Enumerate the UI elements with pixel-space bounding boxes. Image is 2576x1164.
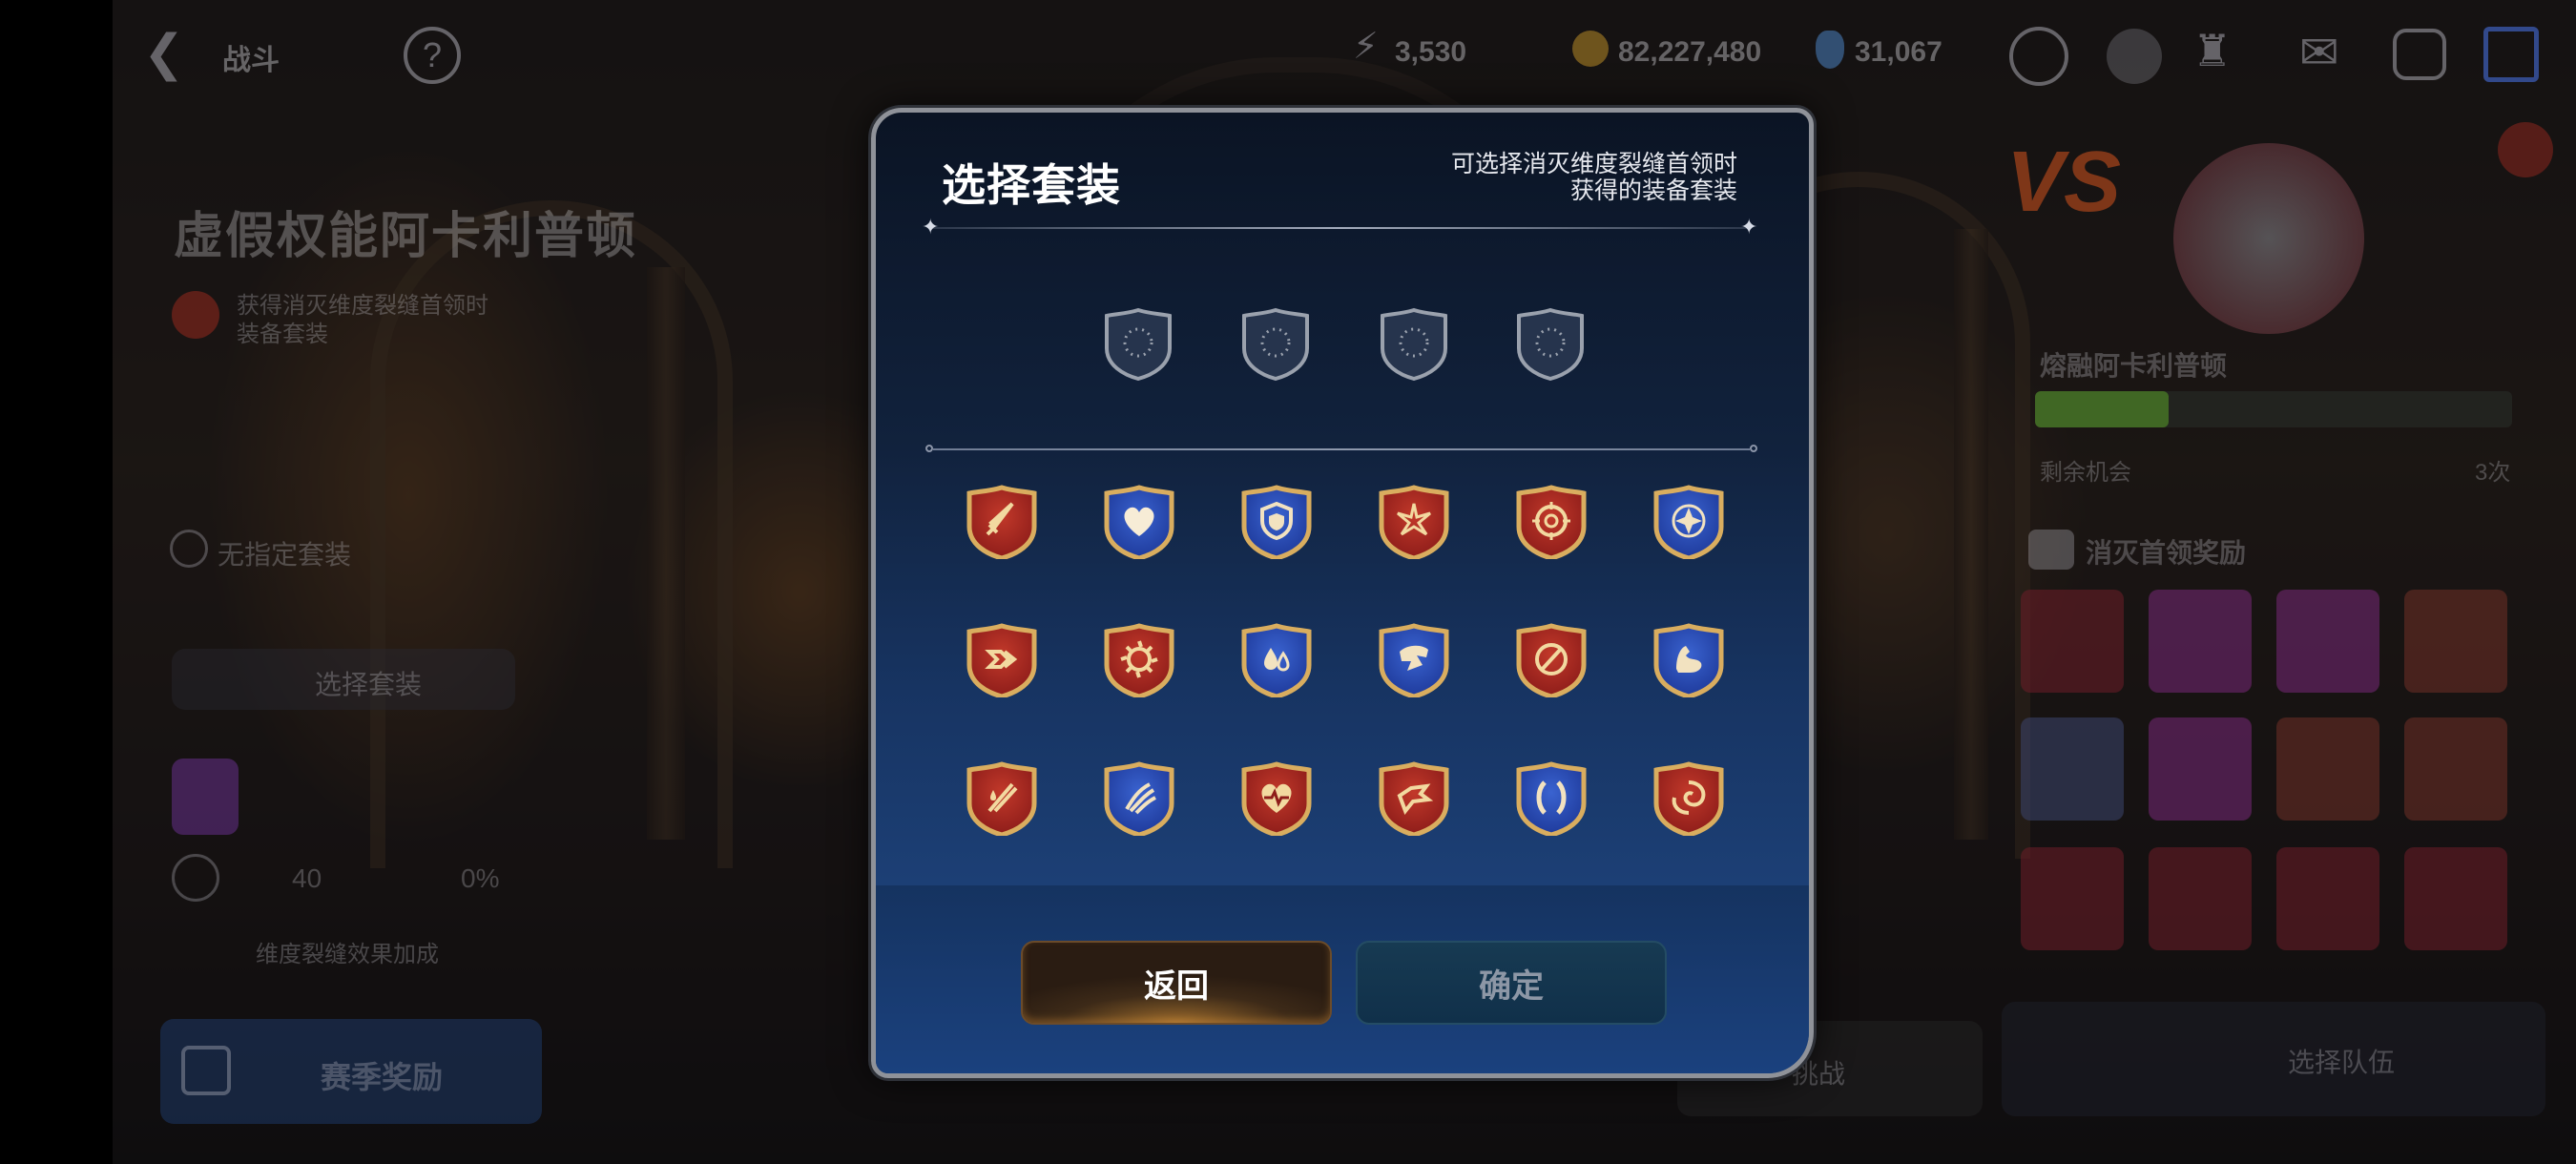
chat-icon[interactable] [2393,29,2446,80]
chance-label: 剩余机会 [2040,460,2131,486]
back-button[interactable]: 返回 [1021,941,1332,1025]
stat-a-value: 40 [292,863,322,893]
barrier-set-icon[interactable] [1516,761,1587,838]
section-divider [933,448,1750,450]
reward-box-icon [181,1046,231,1095]
top-bar: ❮ 战斗 ? ⚡ 3,530 82,227,480 31,067 ♜ ✉ [113,0,2576,105]
chance-value: 3次 [2475,460,2511,486]
stat-b-value: 0% [461,863,500,893]
speed-set-icon[interactable] [966,623,1037,699]
gold-value: 82,227,480 [1618,36,1762,68]
bleed-set-icon[interactable] [966,761,1037,838]
modal-footer [876,885,1809,1073]
reward-slot[interactable] [2021,847,2124,950]
spike-set-icon[interactable] [1379,485,1449,561]
reward-slot[interactable] [2404,717,2507,821]
vs-emblem: VS [2006,135,2122,230]
sun-set-icon[interactable] [1104,623,1174,699]
mail-icon[interactable]: ✉ [2299,29,2339,76]
claw-set-icon[interactable] [1104,761,1174,838]
reward-slot[interactable] [2276,590,2379,693]
modal-subtitle: 可选择消灭维度裂缝首领时 获得的装备套装 [1423,151,1737,204]
boss-title: 虚假权能阿卡利普顿 [174,209,638,264]
reward-slot[interactable] [2149,847,2252,950]
heart-shield-set-icon[interactable] [1104,485,1174,561]
boss-hp-bar [2035,391,2512,427]
rift-bonus-label: 维度裂缝效果加成 [256,942,439,967]
reward-slot[interactable] [2021,717,2124,821]
divider-star-icon: ✦ [1740,215,1758,239]
crystal-icon [1816,31,1844,69]
sword-set-icon[interactable] [966,485,1037,561]
game-screen: ❮ 战斗 ? ⚡ 3,530 82,227,480 31,067 ♜ ✉ 虚假权… [0,0,2576,1164]
drops-set-icon[interactable] [1241,623,1312,699]
help-icon[interactable]: ? [404,27,461,84]
reward-slot[interactable] [2404,590,2507,693]
reward-slot[interactable] [2149,590,2252,693]
stamina-value: 3,530 [1395,36,1467,68]
equipment-icon [172,759,239,835]
muscle-set-icon[interactable] [1653,623,1724,699]
back-label[interactable]: 战斗 [222,36,280,78]
season-reward-button[interactable]: 赛季奖励 [160,1019,542,1124]
beast-set-icon[interactable] [1379,623,1449,699]
stamina-icon: ⚡ [1353,27,1379,67]
back-arrow-icon[interactable]: ❮ [143,29,185,78]
divider-dot [924,443,935,454]
element-badge-icon [2498,122,2553,177]
boss-element-icon [172,291,219,339]
crystal-value: 31,067 [1855,36,1942,68]
reward-slot[interactable] [2276,847,2379,950]
boss-hp-fill [2035,391,2169,427]
right-boss-name: 熔融阿卡利普顿 [2040,351,2228,381]
boss-desc-line2: 装备套装 [237,322,328,347]
life-set-icon[interactable] [1241,761,1312,838]
stat-icon [172,854,219,902]
defense-set-icon[interactable] [1241,485,1312,561]
auto-battle-icon[interactable] [2009,27,2068,86]
star-set-icon[interactable] [1653,485,1724,561]
team-select-button[interactable]: 选择队伍 [2002,1002,2545,1116]
no-set-label: 无指定套装 [218,540,352,570]
select-set-label: 选择套装 [315,670,423,699]
gold-coin-icon [1572,31,1609,67]
empty-set-slot[interactable] [1103,306,1174,382]
boss-portrait [2173,143,2364,334]
modal-subtitle-line1: 可选择消灭维度裂缝首领时 [1450,151,1737,177]
event-icon[interactable] [2107,29,2162,84]
select-set-modal: 选择套装 可选择消灭维度裂缝首领时 获得的装备套装 ✦ ✦ 返回 确定 [871,108,1814,1078]
modal-title: 选择套装 [942,160,1121,210]
target-set-icon[interactable] [1516,485,1587,561]
reward-slot[interactable] [2404,847,2507,950]
reward-slot[interactable] [2021,590,2124,693]
empty-set-slot[interactable] [1379,306,1449,382]
chest-icon [2028,530,2074,570]
team-select-label: 选择队伍 [2288,1048,2396,1077]
title-divider [931,227,1752,229]
guild-icon[interactable]: ♜ [2192,29,2232,73]
empty-set-slot[interactable] [1240,306,1311,382]
screen-bezel [0,0,113,1164]
season-reward-label: 赛季奖励 [321,1060,444,1094]
vortex-set-icon[interactable] [1653,761,1724,838]
reward-slot[interactable] [2149,717,2252,821]
select-set-panel[interactable]: 选择套装 [172,649,515,710]
divider-star-icon: ✦ [922,215,940,239]
counter-set-icon[interactable] [1379,761,1449,838]
menu-grid-icon[interactable] [2483,27,2539,82]
confirm-button[interactable]: 确定 [1356,941,1667,1025]
modal-subtitle-line2: 获得的装备套装 [1569,177,1737,204]
empty-set-slot[interactable] [1515,306,1586,382]
divider-dot [1748,443,1759,454]
reward-list-label: 消灭首领奖励 [2086,538,2247,568]
reward-slot[interactable] [2276,717,2379,821]
immunity-set-icon[interactable] [1516,623,1587,699]
info-icon [170,530,208,568]
